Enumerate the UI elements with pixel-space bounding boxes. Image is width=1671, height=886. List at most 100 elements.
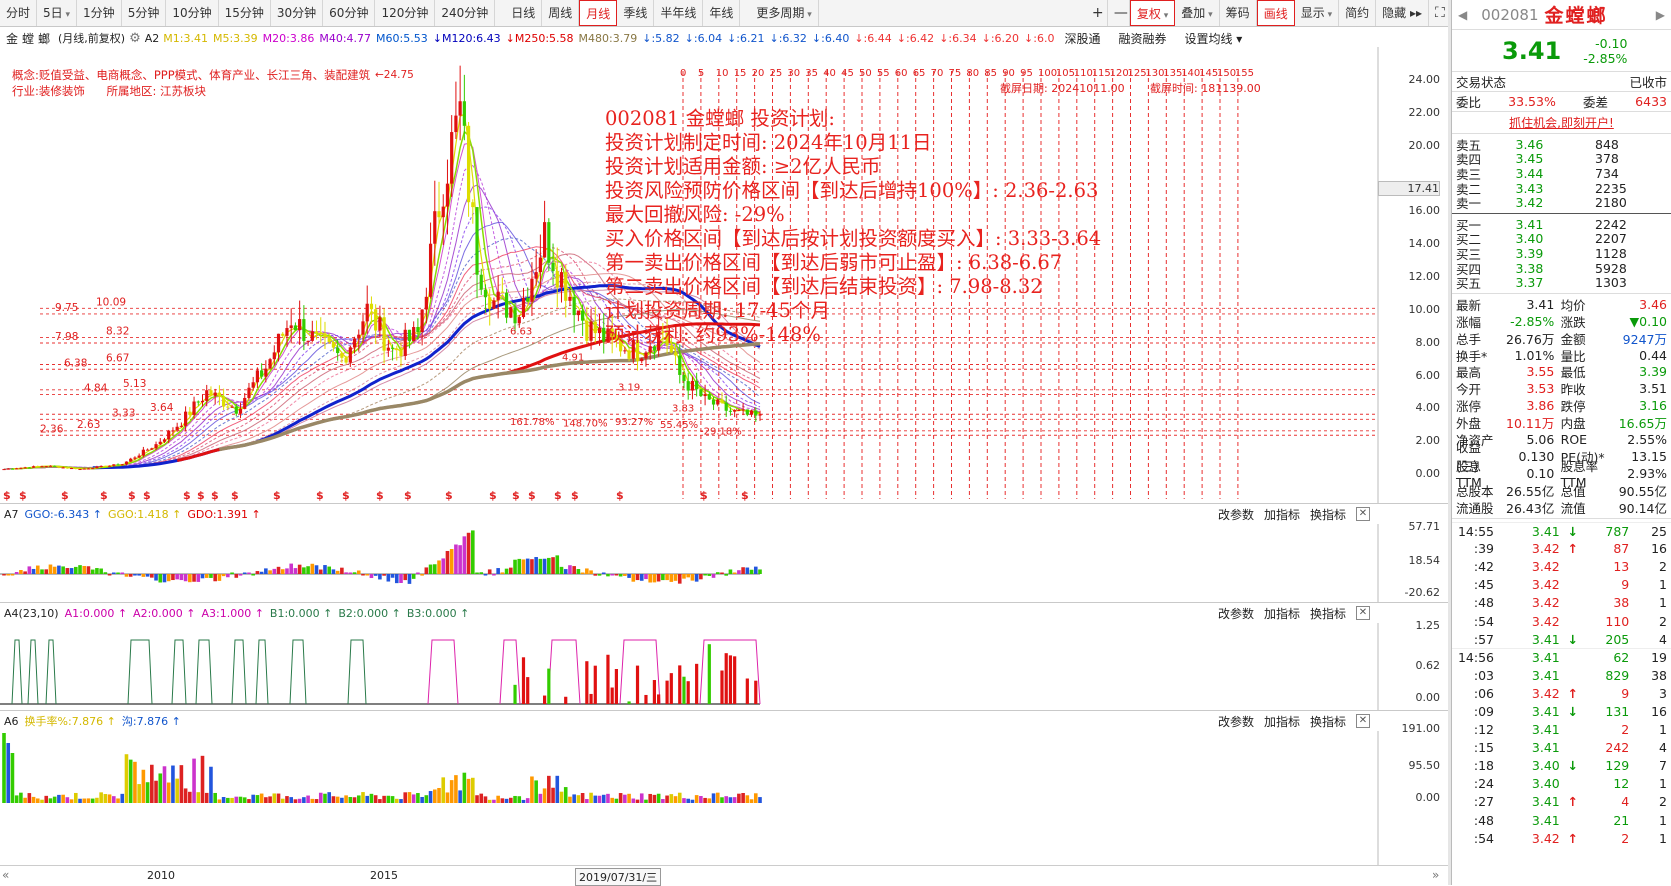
sub-indicator-name: A4(23,10) <box>4 606 59 620</box>
tick-count: 3 <box>1659 685 1667 701</box>
turnover-bar <box>728 797 733 803</box>
period-button[interactable]: 更多周期 <box>750 0 819 26</box>
promo-link[interactable]: 抓住机会,即刻开户! <box>1509 116 1614 130</box>
candle-body <box>255 370 260 383</box>
indicator-bar <box>585 568 589 574</box>
turnover-bar <box>623 794 627 803</box>
toolbar-button[interactable]: 显示 <box>1295 0 1340 26</box>
sub-control-button[interactable]: 改参数 <box>1218 605 1254 622</box>
indicator-bar <box>99 568 103 574</box>
turnover-bar <box>411 794 416 803</box>
header-button[interactable]: 设置均线 ▾ <box>1184 30 1242 47</box>
period-button[interactable]: 5日 <box>37 0 78 26</box>
toolbar-button[interactable]: 简约 <box>1339 0 1377 26</box>
ma-value: M60:5.53 <box>376 31 428 45</box>
toolbar-button[interactable]: 画线 <box>1256 0 1295 26</box>
sub2-chart[interactable] <box>0 623 1448 710</box>
toolbar-button[interactable]: 叠加 <box>1175 0 1220 26</box>
stat-value: 3.55 <box>1526 364 1555 380</box>
settings-gear-icon[interactable]: ⚙ <box>129 31 141 46</box>
sub-control-button[interactable]: 换指标 <box>1310 506 1346 523</box>
turnover-bar <box>69 799 74 803</box>
sub-control-button[interactable]: 换指标 <box>1310 713 1346 730</box>
close-icon[interactable]: ✕ <box>1356 606 1370 620</box>
toolbar-button[interactable]: + <box>1086 0 1108 26</box>
candle-body <box>31 466 36 468</box>
candle-body <box>336 347 340 354</box>
period-button[interactable]: 120分钟 <box>375 0 436 26</box>
candle-body <box>365 303 369 322</box>
period-button[interactable]: 年线 <box>703 0 741 26</box>
sub-indicator-value: A2:0.000 ↑ <box>133 606 196 620</box>
sub-control-button[interactable]: 加指标 <box>1264 605 1300 622</box>
indicator-bar <box>234 574 239 578</box>
period-button[interactable]: 30分钟 <box>271 0 324 26</box>
candle-body <box>466 125 471 203</box>
tick-row: :39 3.42 ↑ 87 16 <box>1452 540 1671 558</box>
plan-line: 最大回撤风险: -29% <box>605 203 785 226</box>
scroll-right-icon[interactable]: » <box>1432 868 1439 882</box>
tick-volume: 4 <box>1621 794 1630 810</box>
period-button[interactable]: 10分钟 <box>166 0 219 26</box>
period-button[interactable]: 月线 <box>579 0 618 26</box>
turnover-bar <box>589 792 593 803</box>
period-button[interactable]: 分时 <box>0 0 38 26</box>
indicator-bar <box>487 569 492 574</box>
turnover-bar <box>61 794 65 803</box>
period-button[interactable]: 1分钟 <box>77 0 122 26</box>
signal-bar <box>678 665 682 704</box>
toolbar-button[interactable]: 复权 <box>1129 0 1176 26</box>
toolbar-button[interactable]: — <box>1108 0 1130 26</box>
candle-body <box>319 333 323 335</box>
period-button[interactable]: 日线 <box>505 0 543 26</box>
tick-count: 1 <box>1659 812 1667 828</box>
grid-number: 60 <box>895 68 908 79</box>
sub-control-button[interactable]: 加指标 <box>1264 713 1300 730</box>
next-stock-icon[interactable]: ▶ <box>1656 8 1665 22</box>
sub-control-button[interactable]: 改参数 <box>1218 506 1254 523</box>
candle-body <box>234 406 238 414</box>
signal-marker: $ <box>231 489 239 502</box>
indicator-bar <box>521 559 526 574</box>
grid-number: 45 <box>841 68 854 79</box>
sub1-chart[interactable] <box>0 524 1448 602</box>
indicator-bar <box>390 574 395 578</box>
period-button[interactable]: 240分钟 <box>435 0 496 26</box>
sub3-chart[interactable] <box>0 731 1448 865</box>
close-icon[interactable]: ✕ <box>1356 507 1370 521</box>
y-tick-label: 14.00 <box>1408 237 1441 251</box>
header-button[interactable]: 深股通 <box>1064 30 1100 47</box>
turnover-bar <box>492 799 496 803</box>
toolbar-button[interactable]: 筹码 <box>1220 0 1257 26</box>
header-button[interactable]: 融资融券 <box>1118 30 1166 47</box>
turnover-bar <box>150 764 154 803</box>
ma-value: ↓:6.40 <box>811 31 850 45</box>
sub-control-button[interactable]: 改参数 <box>1218 713 1254 730</box>
period-button[interactable]: 周线 <box>542 0 580 26</box>
scroll-left-icon[interactable]: « <box>2 868 9 882</box>
turnover-bar <box>10 753 15 803</box>
turnover-bar <box>530 776 534 803</box>
candle-body <box>209 390 213 396</box>
period-button[interactable]: 5分钟 <box>122 0 167 26</box>
indicator-bar <box>44 569 49 574</box>
hide-button[interactable]: 隐藏 ▸▸ <box>1376 0 1429 26</box>
indicator-bar <box>623 574 627 576</box>
stat-value: 0.130 <box>1518 448 1555 464</box>
sub-control-button[interactable]: 换指标 <box>1310 605 1346 622</box>
y-tick-label: 6.00 <box>1415 368 1441 382</box>
turnover-bar <box>162 766 167 803</box>
prev-stock-icon[interactable]: ◀ <box>1458 8 1467 22</box>
period-button[interactable]: 季线 <box>617 0 655 26</box>
grid-number: 100 <box>1038 68 1057 79</box>
quote-stats: 最新 3.41 均价 3.46 涨幅 -2.85% 涨跌 ▼0.10 总手 26.76万 金额 924… <box>1452 294 1671 519</box>
stat-value: 3.16 <box>1639 398 1667 414</box>
period-button[interactable]: 60分钟 <box>323 0 376 26</box>
close-icon[interactable]: ✕ <box>1356 714 1370 728</box>
tick-count: 16 <box>1651 704 1667 719</box>
candle-body <box>441 206 445 218</box>
period-button[interactable]: 半年线 <box>654 0 704 26</box>
tick-price: 3.42 <box>1531 595 1560 611</box>
sub-control-button[interactable]: 加指标 <box>1264 506 1300 523</box>
period-button[interactable]: 15分钟 <box>219 0 271 26</box>
